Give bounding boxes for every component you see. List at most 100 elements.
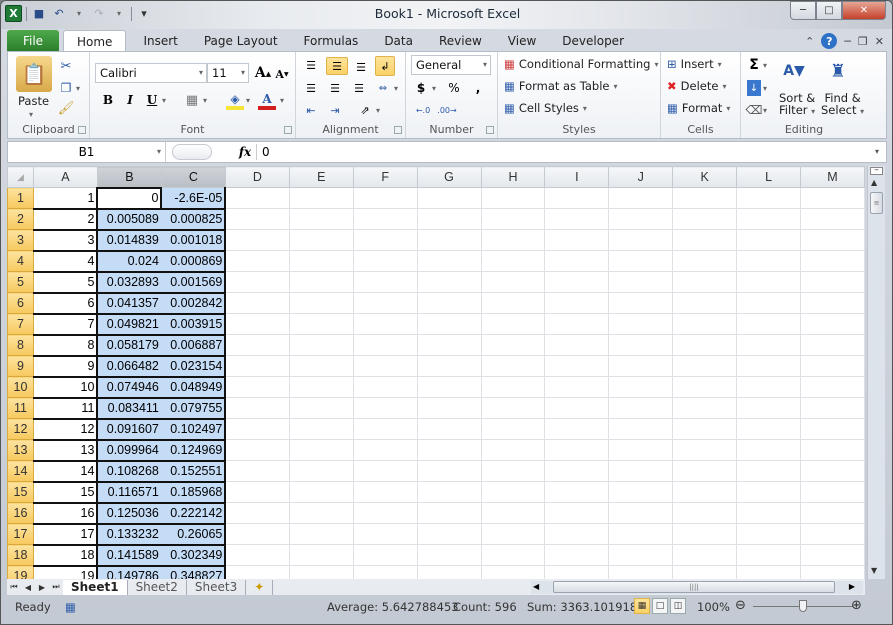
- paste-dropdown-icon[interactable]: ▾: [29, 110, 33, 119]
- row-header[interactable]: 19: [7, 565, 34, 579]
- cell-G10[interactable]: [416, 376, 482, 398]
- cell-G2[interactable]: [416, 208, 482, 230]
- cell-E1[interactable]: [288, 187, 354, 209]
- horizontal-scrollbar[interactable]: ◀ |||| ▶: [531, 581, 863, 594]
- cell-E11[interactable]: [288, 397, 354, 419]
- zoom-slider-thumb[interactable]: [799, 600, 807, 612]
- cell-G19[interactable]: [416, 565, 482, 579]
- cell-F13[interactable]: [352, 439, 418, 461]
- cell-I10[interactable]: [544, 376, 610, 398]
- column-header-g[interactable]: G: [416, 166, 482, 188]
- cell-E15[interactable]: [288, 481, 354, 503]
- cell-F18[interactable]: [352, 544, 418, 566]
- cell-J9[interactable]: [608, 355, 674, 377]
- cell-M18[interactable]: [800, 544, 865, 566]
- cell-K5[interactable]: [672, 271, 738, 293]
- cell-G3[interactable]: [416, 229, 482, 251]
- underline-dropdown-icon[interactable]: ▾: [162, 96, 166, 105]
- cell-J19[interactable]: [608, 565, 674, 579]
- cell-A14[interactable]: 14: [32, 460, 98, 483]
- column-header-c[interactable]: C: [160, 166, 226, 188]
- row-header[interactable]: 12: [7, 418, 34, 440]
- clear-dropdown-icon[interactable]: ▾: [763, 106, 767, 115]
- wrap-text-icon[interactable]: ↲: [375, 56, 395, 76]
- cell-C11[interactable]: 0.079755: [160, 397, 227, 420]
- cell-I3[interactable]: [544, 229, 610, 251]
- cell-K10[interactable]: [672, 376, 738, 398]
- align-right-icon[interactable]: ☰: [350, 80, 368, 96]
- cell-B15[interactable]: 0.116571: [96, 481, 162, 504]
- row-header[interactable]: 6: [7, 292, 34, 314]
- workbook-close-icon[interactable]: ✕: [875, 35, 884, 48]
- row-header[interactable]: 18: [7, 544, 34, 566]
- row-header[interactable]: 4: [7, 250, 34, 272]
- fill-icon[interactable]: ↓: [747, 80, 761, 96]
- cell-G4[interactable]: [416, 250, 482, 272]
- cell-C10[interactable]: 0.048949: [160, 376, 227, 399]
- binoculars-icon[interactable]: ♜: [823, 56, 853, 86]
- cell-A19[interactable]: 19: [32, 565, 98, 579]
- cell-H12[interactable]: [480, 418, 546, 440]
- cell-J16[interactable]: [608, 502, 674, 524]
- row-header[interactable]: 13: [7, 439, 34, 461]
- tab-home[interactable]: Home: [63, 30, 127, 52]
- format-as-table-button[interactable]: ▦ Format as Table ▾: [504, 79, 618, 93]
- cell-M9[interactable]: [800, 355, 865, 377]
- cell-J12[interactable]: [608, 418, 674, 440]
- borders-icon[interactable]: ▦: [184, 92, 200, 108]
- cell-J17[interactable]: [608, 523, 674, 545]
- column-header-l[interactable]: L: [736, 166, 802, 188]
- fill-dropdown-icon[interactable]: ▾: [763, 84, 767, 93]
- vertical-scrollbar[interactable]: ─ ▲ ≡ ▼: [867, 166, 885, 579]
- row-header[interactable]: 10: [7, 376, 34, 398]
- cell-A2[interactable]: 2: [32, 208, 98, 231]
- cell-F14[interactable]: [352, 460, 418, 482]
- cell-C2[interactable]: 0.000825: [160, 208, 227, 231]
- italic-button[interactable]: I: [122, 92, 138, 108]
- first-sheet-icon[interactable]: ⏮: [7, 582, 21, 592]
- cell-H11[interactable]: [480, 397, 546, 419]
- cell-G7[interactable]: [416, 313, 482, 335]
- horizontal-scroll-thumb[interactable]: ||||: [553, 581, 835, 593]
- cell-D2[interactable]: [224, 208, 290, 230]
- cell-F6[interactable]: [352, 292, 418, 314]
- cell-I17[interactable]: [544, 523, 610, 545]
- row-header[interactable]: 9: [7, 355, 34, 377]
- cell-A6[interactable]: 6: [32, 292, 98, 315]
- font-name-select[interactable]: Calibri ▾: [95, 63, 207, 83]
- cell-I7[interactable]: [544, 313, 610, 335]
- close-button[interactable]: ✕: [842, 1, 886, 20]
- maximize-button[interactable]: □: [816, 1, 842, 20]
- cell-C17[interactable]: 0.26065: [160, 523, 227, 546]
- scroll-left-icon[interactable]: ◀: [533, 582, 539, 591]
- cell-I12[interactable]: [544, 418, 610, 440]
- cell-L15[interactable]: [736, 481, 802, 503]
- increase-decimal-icon[interactable]: ←.0: [414, 102, 432, 118]
- cell-C19[interactable]: 0.348827: [160, 565, 227, 579]
- tab-data[interactable]: Data: [371, 30, 426, 52]
- cell-K11[interactable]: [672, 397, 738, 419]
- cell-B2[interactable]: 0.005089: [96, 208, 162, 231]
- cell-L6[interactable]: [736, 292, 802, 314]
- cell-L14[interactable]: [736, 460, 802, 482]
- cell-L3[interactable]: [736, 229, 802, 251]
- cell-A13[interactable]: 13: [32, 439, 98, 462]
- cell-B11[interactable]: 0.083411: [96, 397, 162, 420]
- cell-H6[interactable]: [480, 292, 546, 314]
- cell-M5[interactable]: [800, 271, 865, 293]
- cell-styles-button[interactable]: ▦ Cell Styles ▾: [504, 101, 587, 115]
- format-painter-icon[interactable]: 🖌: [58, 100, 75, 116]
- orientation-dropdown-icon[interactable]: ▾: [376, 106, 380, 115]
- cell-J1[interactable]: [608, 187, 674, 209]
- normal-view-icon[interactable]: ▦: [634, 598, 650, 614]
- cell-I2[interactable]: [544, 208, 610, 230]
- insert-function-button[interactable]: fx: [234, 142, 256, 162]
- name-box[interactable]: B1 ▾: [8, 142, 166, 162]
- cell-E9[interactable]: [288, 355, 354, 377]
- cell-G16[interactable]: [416, 502, 482, 524]
- cell-K9[interactable]: [672, 355, 738, 377]
- cell-F12[interactable]: [352, 418, 418, 440]
- cell-I6[interactable]: [544, 292, 610, 314]
- cell-E7[interactable]: [288, 313, 354, 335]
- cell-C18[interactable]: 0.302349: [160, 544, 227, 567]
